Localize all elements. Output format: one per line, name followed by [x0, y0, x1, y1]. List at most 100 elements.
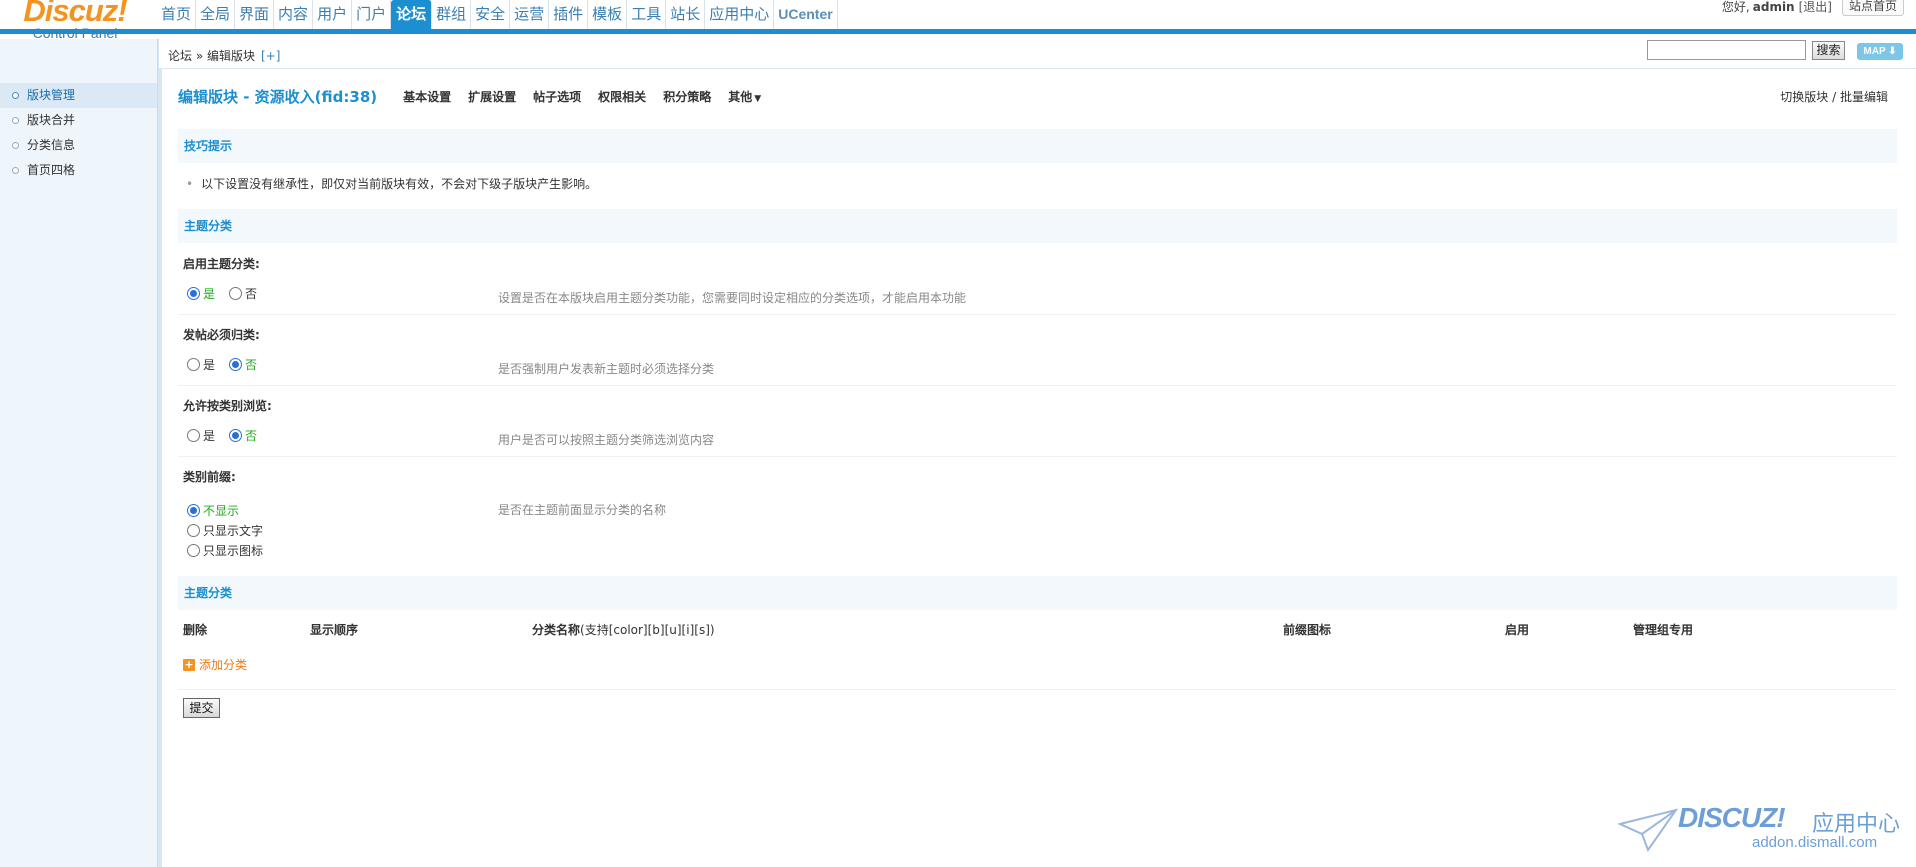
nav-plugin[interactable]: 插件 — [549, 0, 589, 29]
radio-button[interactable] — [187, 503, 200, 517]
radio-group-require-type: 是 否 — [187, 356, 271, 373]
header: Discuz! Control Panel 首页 全局 界面 内容 用户 门户 … — [0, 0, 1916, 41]
radio-button[interactable] — [187, 358, 200, 371]
bullet-icon — [12, 142, 19, 149]
col-enabled: 启用 — [1505, 623, 1530, 637]
bullet-icon — [12, 92, 19, 99]
radio-group-browse-by-type: 是 否 — [187, 427, 271, 444]
sidebar-item-grid[interactable]: 首页四格 — [0, 158, 157, 183]
radio-button[interactable] — [229, 358, 243, 371]
col-admin-only: 管理组专用 — [1633, 623, 1694, 637]
nav-app-center[interactable]: 应用中心 — [705, 0, 775, 29]
nav-user[interactable]: 用户 — [313, 0, 353, 29]
logo-brand: Discuz! — [23, 0, 127, 28]
radio-button[interactable] — [187, 429, 200, 442]
action-separator: / — [1828, 90, 1840, 104]
field-desc: 是否强制用户发表新主题时必须选择分类 — [498, 362, 715, 376]
tab-extend[interactable]: 扩展设置 — [468, 88, 516, 105]
switch-forum-link[interactable]: 切换版块 — [1780, 90, 1828, 104]
sidebar-border — [158, 39, 162, 867]
breadcrumb: 论坛 » 编辑版块 [+] — [168, 49, 281, 63]
radio-option-no[interactable]: 否 — [229, 427, 257, 444]
page-title: 编辑版块 - 资源收入(fid:38) — [178, 87, 378, 106]
search-button[interactable]: 搜索 — [1812, 41, 1845, 60]
tab-basic[interactable]: 基本设置 — [403, 88, 451, 105]
radio-button[interactable] — [187, 543, 200, 557]
add-shortcut-link[interactable]: [+] — [261, 49, 280, 63]
row-divider — [178, 314, 1897, 315]
sidebar-item-thread-types[interactable]: 分类信息 — [0, 133, 157, 158]
nav-operation[interactable]: 运营 — [510, 0, 550, 29]
radio-option-yes[interactable]: 是 — [187, 356, 215, 373]
sidebar-item-forum-merge[interactable]: 版块合并 — [0, 108, 157, 133]
col-prefix-icon: 前缀图标 — [1283, 623, 1332, 637]
field-label-browse-by-type: 允许按类别浏览: — [183, 399, 272, 413]
nav-style[interactable]: 界面 — [235, 0, 275, 29]
tip-text: 以下设置没有继承性，即仅对当前版块有效，不会对下级子版块产生影响。 — [201, 177, 598, 191]
radio-option-yes[interactable]: 是 — [187, 427, 215, 444]
tip-item: • 以下设置没有继承性，即仅对当前版块有效，不会对下级子版块产生影响。 — [186, 175, 597, 192]
radio-button[interactable] — [187, 287, 200, 300]
chevron-down-icon: ▼ — [754, 93, 762, 104]
radio-option-no[interactable]: 否 — [229, 356, 257, 373]
submit-button[interactable]: 提交 — [183, 698, 220, 718]
col-type-name: 分类名称(支持[color][b][u][i][s]) — [532, 623, 715, 637]
tab-post-options[interactable]: 帖子选项 — [533, 88, 581, 105]
nav-content[interactable]: 内容 — [274, 0, 314, 29]
radio-option-no[interactable]: 否 — [229, 285, 257, 302]
nav-template[interactable]: 模板 — [588, 0, 628, 29]
nav-founder[interactable]: 站长 — [666, 0, 706, 29]
add-type-link[interactable]: + 添加分类 — [183, 656, 247, 673]
tab-other[interactable]: 其他 ▼ — [728, 88, 761, 105]
radio-option-yes[interactable]: 是 — [187, 285, 215, 302]
radio-button[interactable] — [229, 429, 243, 442]
radio-option-text-only[interactable]: 只显示文字 — [187, 520, 263, 540]
section-heading-type-list: 主题分类 — [178, 576, 1897, 610]
sidebar-item-label: 版块合并 — [27, 113, 76, 127]
nav-ucenter[interactable]: UCenter — [774, 0, 838, 29]
site-home-button[interactable]: 站点首页 — [1841, 0, 1904, 16]
sidebar-item-forum-manage[interactable]: 版块管理 — [0, 83, 157, 108]
col-delete: 删除 — [183, 623, 208, 637]
radio-button[interactable] — [229, 287, 243, 300]
nav-forum[interactable]: 论坛 — [391, 0, 433, 29]
page-actions: 切换版块 / 批量编辑 — [1780, 88, 1888, 105]
user-nav: 您好, admin [退出] 站点首页 — [1722, 0, 1904, 18]
section-heading-thread-types: 主题分类 — [178, 209, 1897, 243]
nav-global[interactable]: 全局 — [196, 0, 236, 29]
type-table-header: 删除 显示顺序 分类名称(支持[color][b][u][i][s]) 前缀图标… — [176, 621, 1897, 641]
bullet-icon — [12, 117, 19, 124]
radio-group-enable-types: 是 否 — [187, 285, 271, 302]
sidebar-item-label: 首页四格 — [27, 163, 76, 177]
col-display-order: 显示顺序 — [310, 623, 359, 637]
radio-button[interactable] — [187, 523, 200, 537]
radio-option-icon-only[interactable]: 只显示图标 — [187, 540, 263, 560]
sidebar-menu: 版块管理 版块合并 分类信息 首页四格 — [0, 83, 157, 183]
batch-edit-link[interactable]: 批量编辑 — [1840, 90, 1888, 104]
radio-option-hidden[interactable]: 不显示 — [187, 500, 263, 520]
field-desc: 设置是否在本版块启用主题分类功能，您需要同时设定相应的分类选项，才能启用本功能 — [498, 291, 967, 305]
sidebar-item-label: 版块管理 — [27, 88, 76, 102]
nav-home[interactable]: 首页 — [157, 0, 197, 29]
nav-tools[interactable]: 工具 — [627, 0, 667, 29]
map-button[interactable]: MAP ⬇ — [1857, 43, 1903, 60]
nav-group[interactable]: 群组 — [432, 0, 472, 29]
nav-portal[interactable]: 门户 — [352, 0, 392, 29]
tab-permissions[interactable]: 权限相关 — [598, 88, 646, 105]
nav-safe[interactable]: 安全 — [471, 0, 511, 29]
page-header: 编辑版块 - 资源收入(fid:38) 基本设置 扩展设置 帖子选项 权限相关 … — [178, 86, 778, 106]
field-label-enable-types: 启用主题分类: — [183, 257, 260, 271]
tab-credits[interactable]: 积分策略 — [663, 88, 711, 105]
main-content: 编辑版块 - 资源收入(fid:38) 基本设置 扩展设置 帖子选项 权限相关 … — [176, 69, 1897, 867]
field-label-type-prefix: 类别前缀: — [183, 470, 236, 484]
row-divider — [178, 456, 1897, 457]
watermark-url: addon.dismall.com — [1752, 834, 1878, 851]
greeting: 您好, admin — [1721, 0, 1795, 14]
sidebar-item-label: 分类信息 — [27, 138, 76, 152]
bullet-icon — [12, 167, 19, 174]
top-nav: 首页 全局 界面 内容 用户 门户 论坛 群组 安全 运营 插件 模板 工具 站… — [157, 0, 838, 29]
logout-link[interactable]: [退出] — [1799, 0, 1832, 15]
bullet-icon: • — [186, 177, 194, 191]
watermark: DISCUZ! 应用中心 addon.dismall.com — [1618, 802, 1908, 858]
search-input[interactable] — [1647, 40, 1806, 60]
